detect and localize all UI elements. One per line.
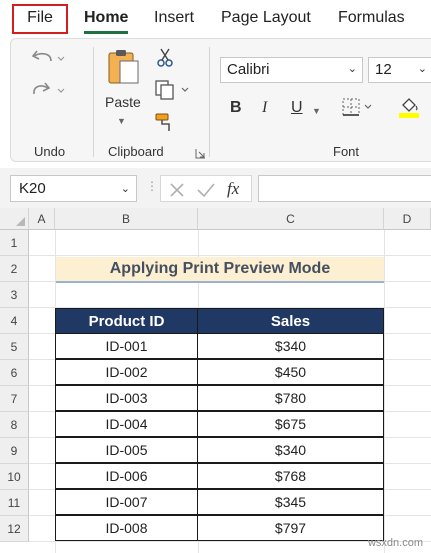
sales-cell[interactable]: $450 <box>197 359 384 385</box>
copy-icon <box>155 80 189 100</box>
row-header[interactable]: 6 <box>0 360 29 386</box>
paste-dropdown-arrow[interactable]: ▼ <box>117 116 126 126</box>
clipboard-dialog-launcher[interactable] <box>195 146 206 164</box>
tab-page-layout[interactable]: Page Layout <box>221 9 311 27</box>
sales-cell[interactable]: $340 <box>197 437 384 463</box>
redo-icon <box>33 82 65 95</box>
sales-cell[interactable]: $768 <box>197 463 384 489</box>
group-divider <box>93 47 94 157</box>
chevron-down-icon: ⌄ <box>347 63 357 75</box>
row-header[interactable]: 11 <box>0 490 29 516</box>
tab-home-label: Home <box>84 9 129 26</box>
formula-input[interactable] <box>258 175 431 202</box>
product-id-cell[interactable]: ID-008 <box>55 515 198 541</box>
ribbon-tab-bar: File Home Insert Page Layout Formulas <box>0 0 431 38</box>
sales-cell[interactable]: $797 <box>197 515 384 541</box>
insert-function-button[interactable]: fx <box>227 179 239 199</box>
gridline <box>384 230 385 553</box>
italic-button[interactable]: I <box>262 99 267 117</box>
cut-button[interactable] <box>156 48 174 73</box>
watermark: wsxdn.com <box>367 537 423 549</box>
clipboard-group-label: Clipboard <box>108 144 164 159</box>
paste-label: Paste <box>105 94 141 110</box>
sales-cell[interactable]: $340 <box>197 333 384 359</box>
active-tab-indicator <box>84 31 129 34</box>
product-id-cell[interactable]: ID-004 <box>55 411 198 437</box>
cancel-icon[interactable] <box>169 182 185 198</box>
bold-button[interactable]: B <box>230 99 242 117</box>
drag-handle-icon[interactable]: ⋮ <box>146 179 159 193</box>
column-header-a[interactable]: A <box>29 208 55 230</box>
font-size-dropdown[interactable]: 12 ⌄ <box>368 57 431 83</box>
row-header[interactable]: 10 <box>0 464 29 490</box>
format-painter-button[interactable] <box>154 111 176 138</box>
product-id-cell[interactable]: ID-005 <box>55 437 198 463</box>
product-id-cell[interactable]: ID-007 <box>55 489 198 515</box>
row-header[interactable]: 5 <box>0 334 29 360</box>
sales-cell[interactable]: $675 <box>197 411 384 437</box>
product-id-cell[interactable]: ID-001 <box>55 333 198 359</box>
select-all-button[interactable] <box>0 208 29 230</box>
scissors-icon <box>157 48 173 67</box>
row-header[interactable]: 4 <box>0 308 29 334</box>
gridline <box>29 255 431 256</box>
tab-insert[interactable]: Insert <box>154 9 194 27</box>
row-header[interactable]: 8 <box>0 412 29 438</box>
row-header[interactable]: 3 <box>0 282 29 308</box>
undo-icon <box>31 50 65 62</box>
redo-button[interactable] <box>31 79 65 106</box>
row-header[interactable]: 1 <box>0 230 29 256</box>
formula-buttons: fx <box>160 175 252 202</box>
ribbon-home: Undo Paste ▼ Clipboard Calibri ⌄ 12 ⌄ B … <box>10 38 431 162</box>
font-size-value: 12 <box>375 61 392 78</box>
sales-cell[interactable]: $780 <box>197 385 384 411</box>
product-id-cell[interactable]: ID-003 <box>55 385 198 411</box>
column-header-d[interactable]: D <box>384 208 431 230</box>
paste-icon <box>108 50 139 84</box>
worksheet-grid[interactable]: A B C D 1 2 3 4 5 6 7 8 9 10 11 12 Applying Print P… <box>0 208 431 553</box>
paste-button[interactable] <box>106 47 142 92</box>
underline-button[interactable]: U <box>291 99 303 117</box>
borders-button[interactable] <box>342 98 374 123</box>
copy-button[interactable] <box>154 79 190 106</box>
underline-dropdown-arrow[interactable]: ▼ <box>312 106 321 116</box>
column-header-b[interactable]: B <box>55 208 198 230</box>
undo-button[interactable] <box>31 47 65 74</box>
group-divider <box>209 47 210 157</box>
product-id-cell[interactable]: ID-002 <box>55 359 198 385</box>
chevron-down-icon: ⌄ <box>120 183 130 195</box>
row-header[interactable]: 12 <box>0 516 29 542</box>
row-header[interactable]: 9 <box>0 438 29 464</box>
formula-bar: K20 ⌄ ⋮ fx <box>0 168 431 208</box>
dialog-launcher-icon <box>195 149 205 159</box>
fill-color-button[interactable] <box>399 95 425 124</box>
paint-bucket-icon <box>399 98 419 118</box>
sales-cell[interactable]: $345 <box>197 489 384 515</box>
tab-file[interactable]: File <box>12 4 68 34</box>
table-header-cell[interactable]: Sales <box>197 308 384 334</box>
column-header-c[interactable]: C <box>198 208 384 230</box>
tab-formulas[interactable]: Formulas <box>338 9 405 27</box>
row-header[interactable]: 2 <box>0 256 29 282</box>
tab-home[interactable]: Home <box>84 9 129 34</box>
chevron-down-icon: ⌄ <box>417 63 427 75</box>
sheet-title-cell[interactable]: Applying Print Preview Mode <box>56 257 384 283</box>
tab-file-label: File <box>27 9 53 26</box>
table-header-cell[interactable]: Product ID <box>55 308 198 334</box>
undo-group-label: Undo <box>34 144 66 159</box>
borders-icon <box>342 98 372 116</box>
enter-check-icon[interactable] <box>197 182 215 198</box>
name-box[interactable]: K20 ⌄ <box>10 175 137 202</box>
name-box-value: K20 <box>19 180 46 197</box>
product-id-cell[interactable]: ID-006 <box>55 463 198 489</box>
format-painter-icon <box>155 113 170 131</box>
font-group-label: Font <box>333 144 360 159</box>
font-name-dropdown[interactable]: Calibri ⌄ <box>220 57 363 83</box>
row-header[interactable]: 7 <box>0 386 29 412</box>
font-name-value: Calibri <box>227 61 270 78</box>
